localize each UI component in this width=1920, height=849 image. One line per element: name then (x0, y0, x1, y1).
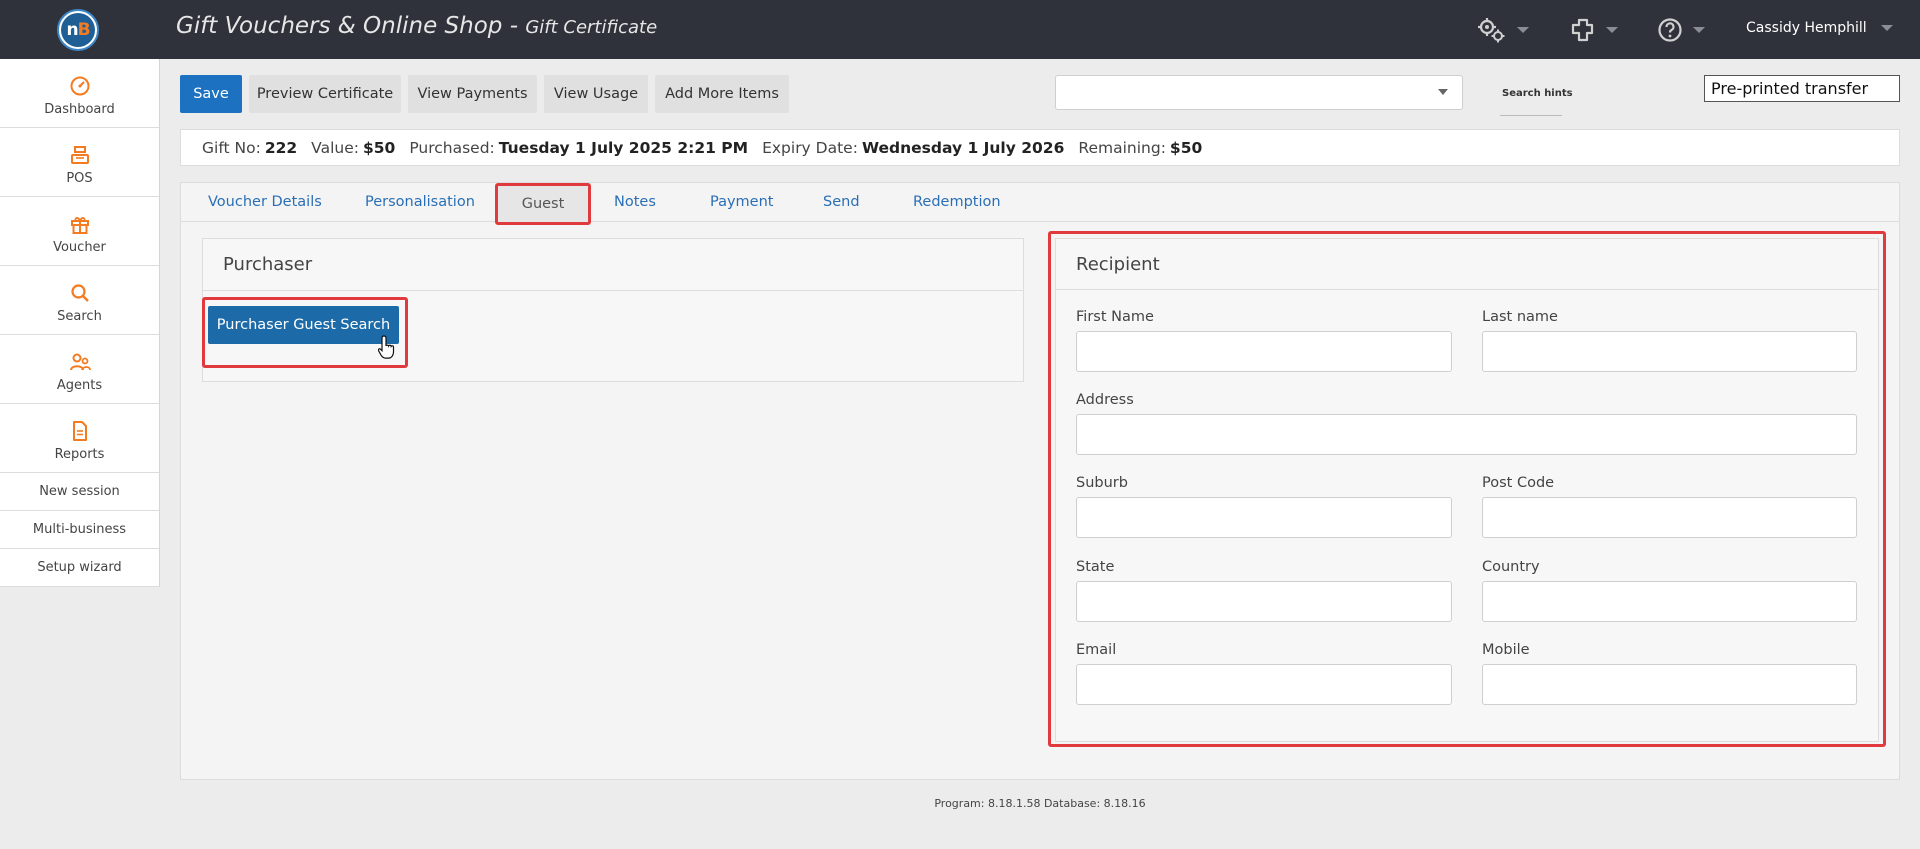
tab-notes[interactable]: Notes (614, 194, 656, 210)
save-button[interactable]: Save (180, 75, 242, 113)
tab-guest[interactable]: Guest (495, 183, 591, 225)
state-input[interactable] (1076, 581, 1452, 622)
sidebar-item-label: POS (66, 171, 93, 186)
tab-redemption[interactable]: Redemption (913, 194, 1001, 210)
sidebar-item-dashboard[interactable]: Dashboard (0, 59, 159, 128)
gears-icon (1478, 18, 1505, 43)
tools-menu[interactable] (1570, 17, 1618, 43)
country-input[interactable] (1482, 581, 1857, 622)
value-label: Value: (311, 138, 359, 157)
cash-register-icon (70, 146, 89, 164)
remaining-amount: $50 (1169, 138, 1203, 157)
mobile-label: Mobile (1482, 642, 1530, 658)
last-name-input[interactable] (1482, 331, 1857, 372)
state-label: State (1076, 559, 1115, 575)
dashboard-gauge-icon (70, 76, 89, 96)
sidebar-item-label: Search (57, 309, 102, 324)
expiry-date: Wednesday 1 July 2026 (861, 138, 1065, 157)
document-icon (72, 421, 87, 441)
tab-payment[interactable]: Payment (710, 194, 773, 210)
hand-cursor-icon (378, 335, 395, 359)
sidebar-item-search[interactable]: Search (0, 266, 159, 335)
view-usage-button[interactable]: View Usage (544, 75, 648, 113)
chevron-down-icon (1880, 25, 1893, 31)
top-bar: nB Gift Vouchers & Online Shop - Gift Ce… (0, 0, 1920, 59)
sidebar-link-multi-business[interactable]: Multi-business (0, 511, 159, 549)
search-icon (70, 284, 89, 302)
pre-printed-transfer-input[interactable] (1704, 75, 1900, 102)
sidebar-item-label: Dashboard (44, 102, 115, 117)
suburb-input[interactable] (1076, 497, 1452, 538)
gift-icon (70, 217, 89, 234)
tab-personalisation[interactable]: Personalisation (365, 194, 475, 210)
chevron-down-icon (1438, 89, 1448, 95)
chevron-down-icon (1693, 27, 1705, 33)
sidebar-item-reports[interactable]: Reports (0, 404, 159, 473)
tab-send[interactable]: Send (823, 194, 860, 210)
sidebar-link-new-session[interactable]: New session (0, 473, 159, 511)
tab-voucher-details[interactable]: Voucher Details (208, 194, 322, 210)
search-hints-underline (1500, 115, 1562, 116)
sidebar-item-voucher[interactable]: Voucher (0, 197, 159, 266)
sidebar-item-label: Voucher (53, 240, 106, 255)
sidebar-item-pos[interactable]: POS (0, 128, 159, 197)
purchased-label: Purchased: (409, 138, 495, 157)
first-name-label: First Name (1076, 309, 1154, 325)
sidebar-item-label: Agents (56, 378, 103, 393)
user-name: Cassidy Hemphill (1746, 20, 1867, 36)
email-label: Email (1076, 642, 1117, 658)
page-subtitle: Gift Certificate (525, 17, 658, 38)
purchased-date: Tuesday 1 July 2025 2:21 PM (498, 138, 749, 157)
purchaser-title: Purchaser (203, 239, 1023, 291)
search-select[interactable] (1055, 75, 1463, 110)
preview-certificate-button[interactable]: Preview Certificate (249, 75, 401, 113)
tab-bar: Voucher Details Personalisation Notes Pa… (180, 182, 1900, 222)
help-circle-icon (1658, 18, 1682, 42)
search-hints-link[interactable]: Search hints (1502, 88, 1573, 99)
email-input[interactable] (1076, 664, 1452, 705)
settings-menu[interactable] (1477, 17, 1529, 43)
sidebar-item-agents[interactable]: Agents (0, 335, 159, 404)
address-input[interactable] (1076, 414, 1857, 455)
chevron-down-icon (1606, 27, 1618, 33)
agents-icon (69, 353, 91, 371)
purchaser-guest-search-button[interactable]: Purchaser Guest Search (208, 306, 399, 344)
version-footer: Program: 8.18.1.58 Database: 8.18.16 (934, 797, 1146, 810)
remaining-label: Remaining: (1078, 138, 1166, 157)
value-amount: $50 (362, 138, 396, 157)
suburb-label: Suburb (1076, 475, 1128, 491)
recipient-title: Recipient (1056, 239, 1878, 290)
gift-no-value: 222 (264, 138, 298, 157)
help-menu[interactable] (1657, 17, 1705, 43)
sidebar-item-label: Reports (54, 447, 105, 462)
app-logo[interactable]: nB (57, 9, 99, 51)
app-title-text: Gift Vouchers & Online Shop - (176, 13, 519, 39)
expiry-label: Expiry Date: (762, 138, 858, 157)
first-name-input[interactable] (1076, 331, 1452, 372)
view-payments-button[interactable]: View Payments (408, 75, 537, 113)
puzzle-icon (1571, 18, 1594, 42)
post-code-input[interactable] (1482, 497, 1857, 538)
sidebar-link-setup-wizard[interactable]: Setup wizard (0, 549, 159, 587)
last-name-label: Last name (1482, 309, 1558, 325)
logo-mark: nB (61, 13, 95, 47)
user-menu[interactable]: Cassidy Hemphill (1746, 20, 1893, 36)
address-label: Address (1076, 392, 1134, 408)
chevron-down-icon (1517, 27, 1529, 33)
post-code-label: Post Code (1482, 475, 1555, 491)
add-more-items-button[interactable]: Add More Items (655, 75, 789, 113)
mobile-input[interactable] (1482, 664, 1857, 705)
sidebar: Dashboard POS Voucher Search Agents Repo… (0, 59, 160, 587)
voucher-info-strip: Gift No: 222 Value: $50 Purchased: Tuesd… (180, 129, 1900, 166)
gift-no-label: Gift No: (202, 138, 261, 157)
app-title: Gift Vouchers & Online Shop - Gift Certi… (176, 13, 657, 39)
country-label: Country (1482, 559, 1540, 575)
